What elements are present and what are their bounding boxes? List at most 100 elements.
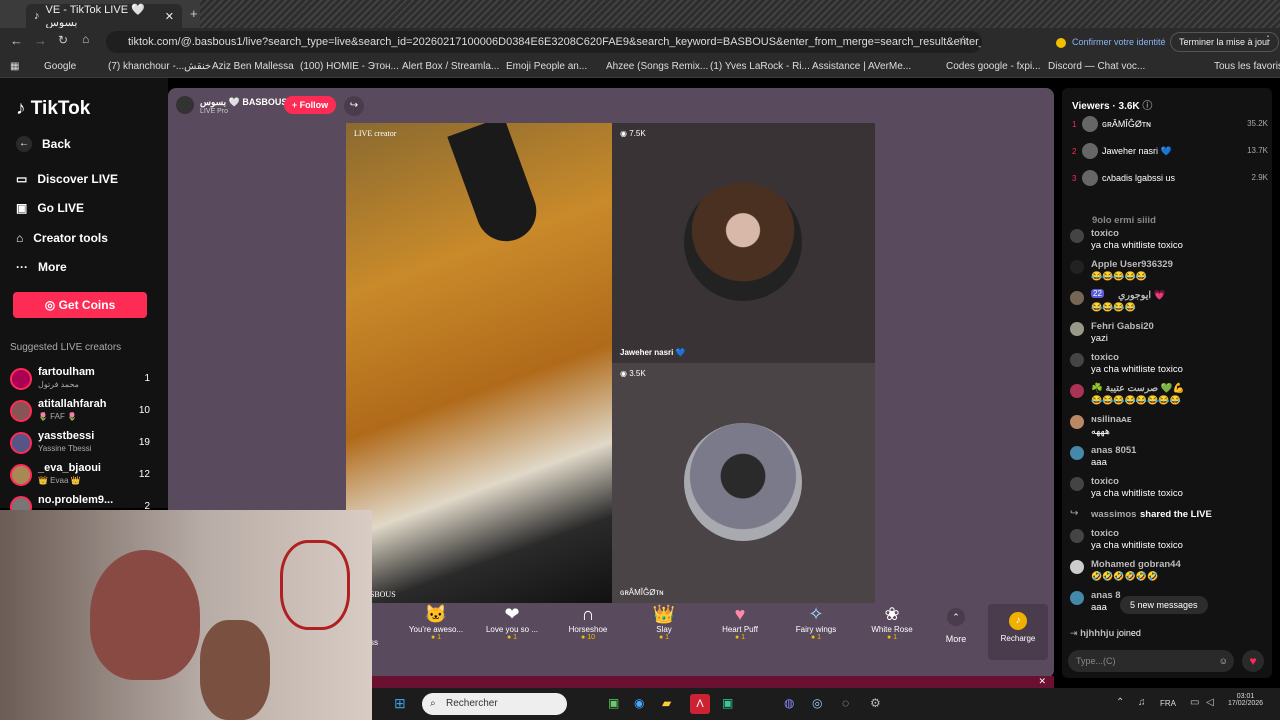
clock[interactable]: 03:01 17/02/2026 xyxy=(1228,693,1263,707)
bookmark-item[interactable]: Aziz Ben Mallessa xyxy=(212,61,294,72)
bookmark-item[interactable]: (1) Yves LaRock - Ri... xyxy=(710,61,810,72)
guest-video-2[interactable]: ◉ 3.5K ɢʀÂMÎĜØтɴ xyxy=(612,363,875,603)
chat-message: ↪ wassimos shared the LIVE xyxy=(1070,508,1212,520)
nav-creator-tools[interactable]: ⌂ Creator tools xyxy=(16,231,108,245)
get-coins-button[interactable]: ◎ Get Coins xyxy=(13,292,147,318)
nav-more[interactable]: ··· More xyxy=(16,260,67,274)
settings-gear-icon[interactable]: ⚙ xyxy=(870,696,881,710)
wall-drawing xyxy=(280,540,350,630)
search-icon: ⌕ xyxy=(430,698,436,709)
tv-icon: ▭ xyxy=(16,172,28,186)
bookmark-item[interactable]: Emoji People an... xyxy=(506,61,587,72)
host-video[interactable]: LIVE creator ♥ BASBOUS xyxy=(346,123,612,603)
bookmark-item[interactable]: Discord — Chat voc... xyxy=(1048,61,1145,72)
new-tab-icon[interactable]: + xyxy=(190,6,198,21)
tiktok-sidebar: ♪ TikTok ← Back ▭ Discover LIVE ▣ Go LIVE ⌂… xyxy=(0,78,168,518)
chat-messages[interactable]: 9olo ermi siiid toxico ya cha whitliste t… xyxy=(1070,213,1266,629)
mic-icon[interactable]: ♫ xyxy=(1138,697,1146,708)
follow-button[interactable]: + Follow xyxy=(284,96,336,114)
bookmark-item[interactable]: Assistance | AVerMe... xyxy=(812,61,911,72)
folder-icon[interactable]: ▰ xyxy=(662,696,671,710)
menu-dots-icon[interactable]: ⋮ xyxy=(1262,33,1274,47)
like-heart-icon[interactable]: ♥ xyxy=(1242,650,1264,672)
confirm-identity-link[interactable]: Confirmer votre identité xyxy=(1072,37,1166,47)
chrome-icon[interactable]: ◉ xyxy=(634,696,644,710)
share-icon[interactable]: ↪ xyxy=(344,96,364,116)
taskbar-search[interactable]: ⌕ Rechercher xyxy=(422,693,567,715)
guest-video-1[interactable]: ◉ 7.5K Jaweher nasri 💙 xyxy=(612,123,875,363)
creator-row[interactable]: _eva_bjaoui 👑 Evaa 👑 12 xyxy=(10,462,160,494)
address-toolbar: ← → ↻ ⌂ tiktok.com/@.basbous1/live?searc… xyxy=(0,28,1280,56)
close-icon[interactable]: ✕ xyxy=(1038,676,1046,687)
new-messages-pill[interactable]: 5 new messages xyxy=(1120,596,1208,614)
app-icon[interactable]: ▣ xyxy=(722,696,733,710)
recharge-button[interactable]: ♪ Recharge xyxy=(988,604,1048,660)
gift-item[interactable]: 🐱 You're aweso... ● 1 xyxy=(398,604,474,641)
back-arrow-icon[interactable]: ← xyxy=(10,33,23,48)
viewer-row[interactable]: 1 ɢʀÂMÎĜØтɴ 35.2K xyxy=(1072,116,1268,143)
volume-icon[interactable]: ◁ xyxy=(1206,697,1214,708)
windows-taskbar: ⊞ ⌕ Rechercher ▣ ◉ ▰ Λ ▣ ◍ ◎ ◌ ⚙ ⌃ ♫ FRA … xyxy=(372,688,1280,720)
home-icon[interactable]: ⌂ xyxy=(82,32,89,46)
viewer-row[interactable]: 2 Jaweher nasri 💙 13.7K xyxy=(1072,143,1268,170)
creator-sub: 🌷 FAF 🌷 xyxy=(38,412,78,421)
tiktok-logo[interactable]: ♪ TikTok xyxy=(16,98,90,120)
host-avatar[interactable] xyxy=(176,96,194,114)
bookmark-item[interactable]: Alert Box / Streamla... xyxy=(402,61,499,72)
gift-item[interactable]: ❀ White Rose ● 1 xyxy=(854,604,930,641)
viewer-row[interactable]: 3 cʌbadis lgabssi us 2.9K xyxy=(1072,170,1268,197)
bookmark-item[interactable]: Ahzee (Songs Remix... xyxy=(606,61,708,72)
avatar xyxy=(1070,291,1084,305)
chat-message: 22 ايوجوري 💗 😂😂😂😂 xyxy=(1070,289,1266,320)
avatar xyxy=(1070,353,1084,367)
forward-arrow-icon[interactable]: → xyxy=(34,33,47,48)
host-name[interactable]: بسوس 🤍 BASBOUS xyxy=(200,97,287,108)
coin-icon: ♪ xyxy=(1009,612,1027,630)
bookmarks-bar: ▦ Google (7) khanchour -...خنقش Aziz Ben… xyxy=(0,56,1280,78)
discord-icon[interactable]: ◍ xyxy=(784,696,794,710)
bookmark-item[interactable]: (100) HOMIE - Этон... xyxy=(300,61,399,72)
gift-item[interactable]: ♥ Heart Puff ● 1 xyxy=(702,604,778,641)
creator-name: atitallahfarah xyxy=(38,398,107,410)
creator-row[interactable]: atitallahfarah 🌷 FAF 🌷 10 xyxy=(10,398,160,430)
more-gifts-button[interactable]: ⌃ More xyxy=(938,608,974,644)
creator-row[interactable]: fartoulham محمد فرتول 1 xyxy=(10,366,160,398)
chat-message: ☘️ صرست عتيبة 💚💪 😂😂😂😂😂😂😂😂 xyxy=(1070,382,1266,413)
bookmark-item[interactable]: (7) khanchour -...خنقش xyxy=(108,61,211,72)
steam-icon[interactable]: ◎ xyxy=(812,696,822,710)
emoji-icon[interactable]: ☺ xyxy=(1219,650,1228,672)
url-field[interactable]: tiktok.com/@.basbous1/live?search_type=l… xyxy=(106,31,982,53)
gift-item[interactable]: ❤ Love you so ... ● 1 xyxy=(474,604,550,641)
gift-item[interactable]: 👑 Slay ● 1 xyxy=(626,604,702,641)
heart-puff-icon: ♥ xyxy=(734,604,746,624)
all-bookmarks-folder[interactable]: Tous les favoris xyxy=(1214,61,1280,72)
tab-title: VE - TikTok LIVE 🤍 بسوس xyxy=(45,4,145,29)
profile-avatar-icon[interactable] xyxy=(1056,38,1066,48)
chat-input[interactable]: Type...(C) ☺ xyxy=(1068,650,1234,672)
app-icon[interactable]: ◌ xyxy=(842,696,849,710)
apps-grid-icon[interactable]: ▦ xyxy=(10,61,19,72)
active-app-icon[interactable]: Λ xyxy=(690,694,710,714)
network-icon[interactable]: ▭ xyxy=(1190,697,1199,708)
reload-icon[interactable]: ↻ xyxy=(58,33,68,47)
tab-close-icon[interactable]: ✕ xyxy=(165,10,174,23)
viewers-title[interactable]: Viewers · 3.6K ⓘ xyxy=(1072,97,1152,112)
guest-count: ◉ 3.5K xyxy=(620,369,646,378)
avatar xyxy=(1070,529,1084,543)
gift-item[interactable]: ✧ Fairy wings ● 1 xyxy=(778,604,854,641)
gift-item[interactable]: ∩ Horseshoe ● 10 xyxy=(550,604,626,641)
windows-start-icon[interactable]: ⊞ xyxy=(394,695,406,712)
gift-cat-icon: 🐱 xyxy=(424,604,448,624)
bookmark-star-icon[interactable]: ☆ xyxy=(958,33,969,47)
creator-row[interactable]: yasstbessi Yassine Tbessi 19 xyxy=(10,430,160,462)
app-icon[interactable]: ▣ xyxy=(608,696,619,710)
nav-go-live[interactable]: ▣ Go LIVE xyxy=(16,201,84,215)
guest-name: Jaweher nasri 💙 xyxy=(620,348,686,357)
bookmark-item[interactable]: Google xyxy=(44,61,76,72)
tray-chevron-icon[interactable]: ⌃ xyxy=(1116,697,1124,708)
bookmark-item[interactable]: Codes google - fxpi... xyxy=(946,61,1041,72)
back-link[interactable]: ← Back xyxy=(16,136,71,152)
nav-discover-live[interactable]: ▭ Discover LIVE xyxy=(16,172,118,186)
language-indicator[interactable]: FRA xyxy=(1160,699,1176,708)
browser-tab[interactable]: ♪ VE - TikTok LIVE 🤍 بسوس ✕ xyxy=(26,4,182,29)
